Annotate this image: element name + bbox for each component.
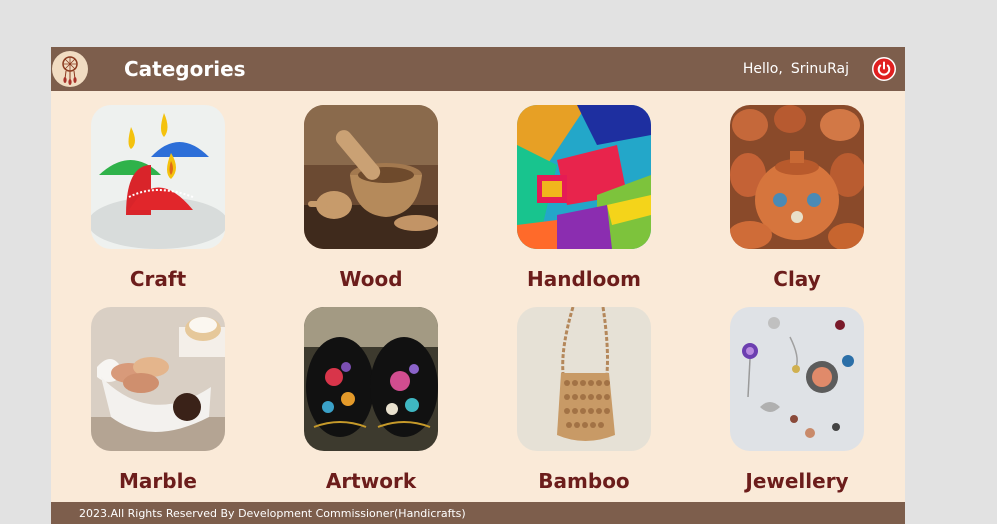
category-label-jewellery: Jewellery: [745, 469, 849, 493]
category-image-clay[interactable]: [730, 105, 864, 249]
category-label-bamboo: Bamboo: [538, 469, 630, 493]
header-bar: Categories Hello, SrinuRaj: [51, 47, 905, 91]
category-image-jewellery[interactable]: [730, 307, 864, 451]
copyright-text: 2023.All Rights Reserved By Development …: [79, 507, 466, 520]
category-label-marble: Marble: [119, 469, 197, 493]
category-image-marble[interactable]: [91, 307, 225, 451]
category-image-wood[interactable]: [304, 105, 438, 249]
category-label-artwork: Artwork: [325, 469, 417, 493]
app-window: Categories Hello, SrinuRaj Craft Wood Ha…: [51, 47, 905, 524]
category-label-craft: Craft: [129, 267, 187, 291]
category-label-wood: Wood: [339, 267, 403, 291]
dreamcatcher-icon[interactable]: [52, 51, 88, 87]
page-title: Categories: [124, 57, 246, 81]
greeting-text: Hello,: [742, 61, 783, 77]
power-icon[interactable]: [872, 57, 896, 81]
user-greeting: Hello, SrinuRaj: [743, 60, 849, 78]
category-label-clay: Clay: [773, 267, 821, 291]
category-image-bamboo[interactable]: [517, 307, 651, 451]
footer-bar: 2023.All Rights Reserved By Development …: [51, 502, 905, 524]
category-image-handloom[interactable]: [517, 105, 651, 249]
category-image-artwork[interactable]: [304, 307, 438, 451]
username: SrinuRaj: [790, 61, 849, 77]
category-label-handloom: Handloom: [527, 267, 641, 291]
category-image-craft[interactable]: [91, 105, 225, 249]
